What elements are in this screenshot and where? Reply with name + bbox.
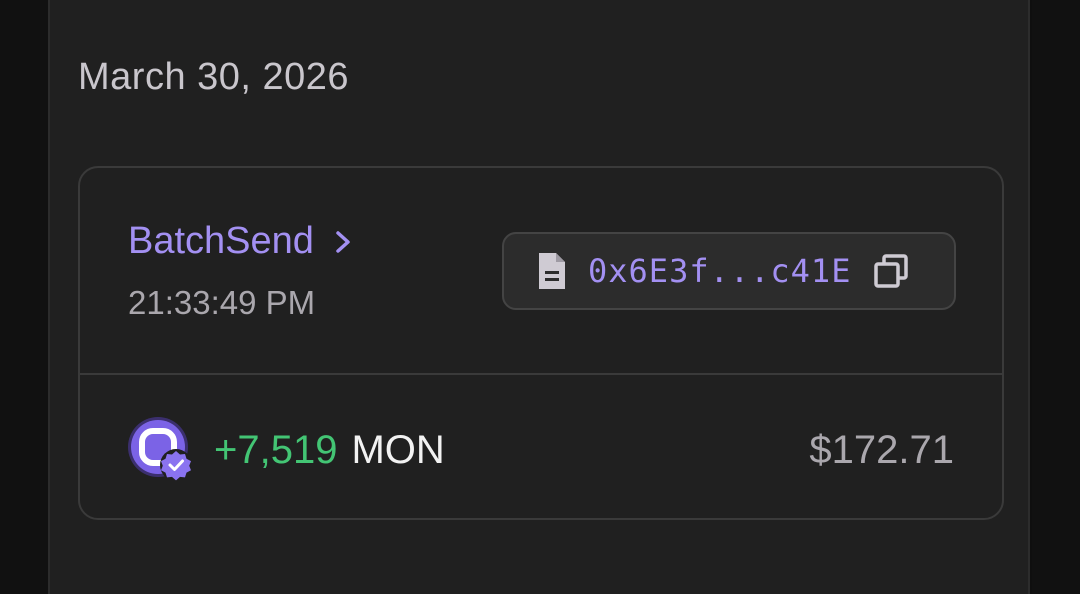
token-symbol: MON	[351, 428, 445, 472]
transaction-card: BatchSend 21:33:49 PM 0x6E3f...c41E +7,5…	[78, 166, 1004, 520]
copy-icon[interactable]	[873, 253, 909, 289]
token-transfer-row: +7,519 MON $172.71	[80, 375, 1002, 520]
chevron-right-icon	[332, 228, 354, 256]
right-gutter	[1032, 0, 1080, 594]
activity-panel: March 30, 2026 BatchSend 21:33:49 PM 0x6…	[48, 0, 1030, 594]
transaction-type-label: BatchSend	[128, 220, 314, 262]
transaction-header: BatchSend 21:33:49 PM 0x6E3f...c41E	[80, 168, 1002, 374]
verified-badge-icon	[160, 449, 192, 481]
date-heading: March 30, 2026	[78, 56, 350, 98]
left-gutter	[0, 0, 48, 594]
monad-token-icon	[128, 417, 196, 485]
transaction-type-link[interactable]: BatchSend	[128, 220, 354, 263]
usd-value: $172.71	[809, 428, 954, 472]
document-icon	[536, 251, 568, 291]
transaction-hash-button[interactable]: 0x6E3f...c41E	[502, 232, 956, 310]
transaction-time: 21:33:49 PM	[128, 284, 316, 321]
amount-value: +7,519	[214, 428, 338, 472]
token-amount: +7,519 MON	[214, 428, 445, 473]
transaction-hash: 0x6E3f...c41E	[588, 252, 852, 290]
